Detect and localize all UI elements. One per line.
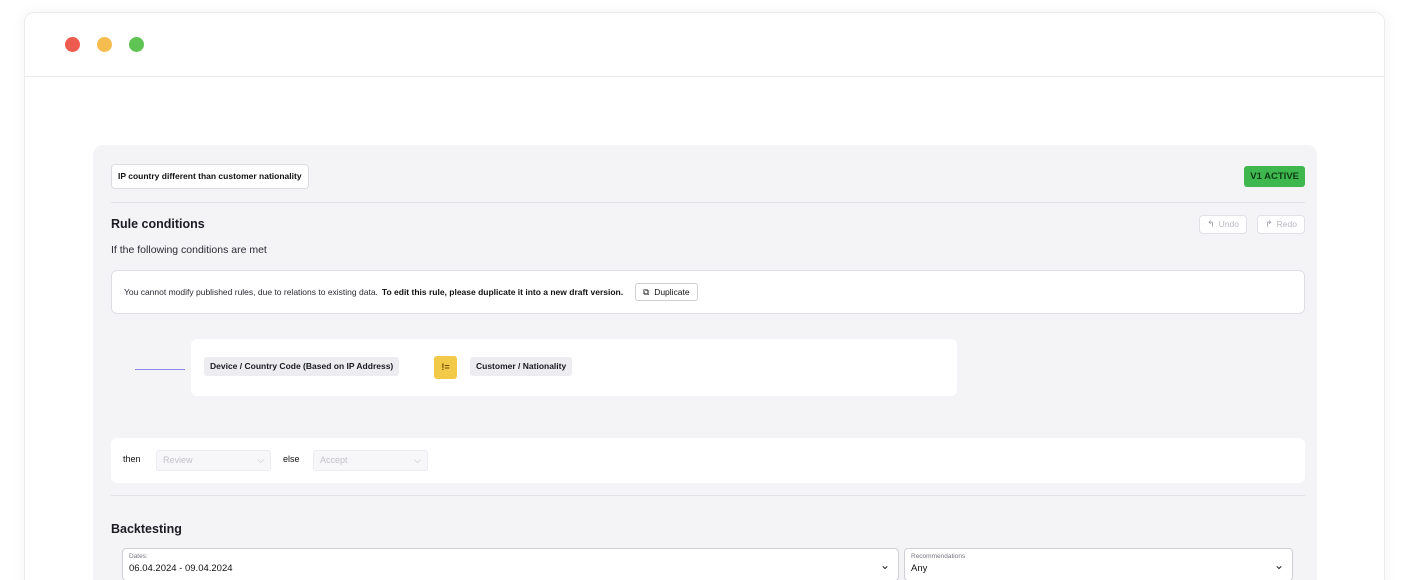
operator-badge[interactable]: != [434, 356, 457, 379]
condition-card: Device / Country Code (Based on IP Addre… [191, 339, 957, 396]
else-select[interactable]: Accept ⌵ [313, 450, 428, 471]
version-status-badge: V1 ACTIVE [1244, 166, 1305, 187]
rule-editor-panel: IP country different than customer natio… [93, 145, 1317, 580]
then-select[interactable]: Review ⌵ [156, 450, 271, 471]
else-label: else [283, 454, 300, 464]
notice-bold-text: To edit this rule, please duplicate it i… [381, 287, 624, 297]
minimize-window-button[interactable] [97, 37, 112, 52]
header-divider [111, 202, 1305, 203]
undo-icon: ↰ [1207, 219, 1215, 229]
duplicate-button[interactable]: ⧉ Duplicate [635, 283, 698, 301]
redo-button[interactable]: ↱ Redo [1257, 215, 1305, 234]
maximize-window-button[interactable] [129, 37, 144, 52]
left-operand-chip[interactable]: Device / Country Code (Based on IP Addre… [204, 357, 400, 376]
published-rule-notice: You cannot modify published rules, due t… [111, 270, 1305, 314]
then-select-value: Review [163, 455, 193, 465]
chevron-down-icon: ⌵ [257, 455, 264, 465]
condition-connector-line [135, 369, 185, 370]
backtesting-title: Backtesting [111, 522, 182, 536]
undo-label: Undo [1218, 219, 1239, 229]
recommendations-value: Any [911, 563, 928, 574]
outcome-row: then Review ⌵ else Accept ⌵ [111, 438, 1305, 483]
dates-label: Dates: [129, 553, 148, 560]
close-window-button[interactable] [65, 37, 80, 52]
app-window: IP country different than customer natio… [24, 12, 1385, 580]
then-label: then [123, 454, 141, 464]
recommendations-select[interactable]: Recommendations Any ⌄ [904, 548, 1293, 580]
right-operand-chip[interactable]: Customer / Nationality [470, 357, 573, 376]
duplicate-label: Duplicate [654, 287, 690, 297]
rule-conditions-title: Rule conditions [111, 217, 205, 231]
duplicate-icon: ⧉ [643, 287, 650, 297]
section-divider [111, 495, 1305, 496]
conditions-intro: If the following conditions are met [111, 244, 267, 256]
dates-value: 06.04.2024 - 09.04.2024 [129, 563, 233, 574]
chevron-down-icon: ⌄ [879, 558, 890, 572]
redo-label: Redo [1276, 219, 1297, 229]
notice-text: You cannot modify published rules, due t… [124, 287, 378, 297]
undo-button[interactable]: ↰ Undo [1199, 215, 1247, 234]
dates-select[interactable]: Dates: 06.04.2024 - 09.04.2024 ⌄ [122, 548, 899, 580]
rule-name-field[interactable]: IP country different than customer natio… [111, 164, 309, 189]
chevron-down-icon: ⌄ [1273, 558, 1284, 572]
chevron-down-icon: ⌵ [414, 455, 421, 465]
title-bar [25, 13, 1384, 77]
redo-icon: ↱ [1265, 219, 1273, 229]
else-select-value: Accept [320, 455, 348, 465]
recommendations-label: Recommendations [911, 553, 966, 560]
